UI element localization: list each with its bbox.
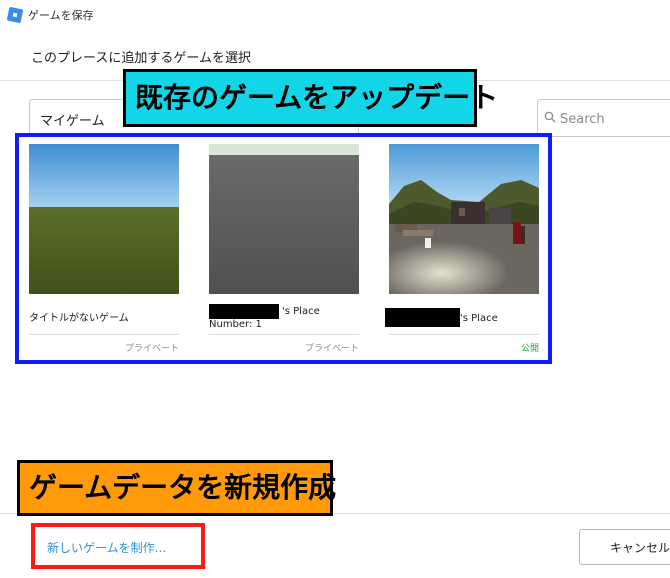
create-new-callout: ゲームデータを新規作成 [17,460,336,516]
search-box[interactable] [537,99,670,137]
search-icon [544,111,556,123]
create-new-game-link[interactable]: 新しいゲームを制作... [47,539,166,556]
window-title: ゲームを保存 [28,9,94,22]
cancel-button[interactable]: キャンセル [579,529,670,565]
search-input[interactable] [560,109,670,129]
dialog-subtitle: このプレースに追加するゲームを選択 [31,51,251,66]
title-bar: ゲームを保存 [0,0,670,32]
game-filter-value: マイゲーム [40,114,105,129]
roblox-studio-icon [6,6,24,24]
update-existing-callout: 既存のゲームをアップデート [123,69,498,127]
existing-games-highlight [15,133,552,364]
